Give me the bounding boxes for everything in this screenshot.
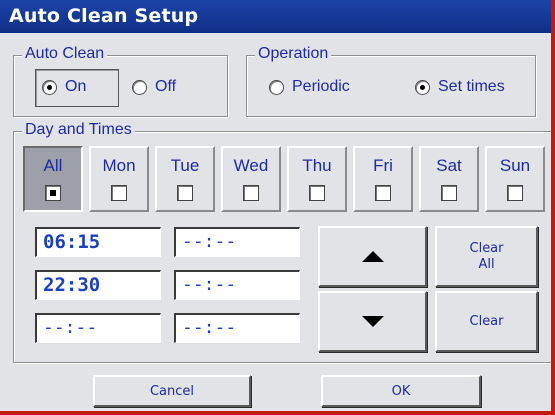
day-checkbox-sat[interactable]: [441, 185, 457, 201]
day-label-tue: Tue: [170, 156, 200, 175]
clear-all-label-line2: All: [478, 256, 495, 272]
time-field[interactable]: --:--: [174, 313, 300, 343]
operation-group: Operation Periodic Set times: [246, 45, 536, 117]
day-button-fri[interactable]: Fri: [353, 146, 413, 212]
time-field[interactable]: 06:15: [35, 227, 161, 257]
day-checkbox-mon[interactable]: [111, 185, 127, 201]
day-button-wed[interactable]: Wed: [221, 146, 281, 212]
auto-clean-on-radio[interactable]: [42, 79, 57, 95]
decrement-button[interactable]: [318, 291, 427, 352]
operation-set-times-option[interactable]: Set times: [415, 78, 505, 96]
cancel-button[interactable]: Cancel: [93, 375, 251, 407]
time-field[interactable]: --:--: [174, 227, 300, 257]
auto-clean-on-option[interactable]: On: [42, 78, 86, 96]
auto-clean-off-label: Off: [155, 78, 177, 95]
day-and-times-legend: Day and Times: [22, 121, 135, 139]
day-checkbox-wed[interactable]: [243, 185, 259, 201]
operation-set-times-radio[interactable]: [415, 79, 430, 95]
day-checkbox-fri[interactable]: [375, 185, 391, 201]
auto-clean-off-radio[interactable]: [132, 79, 147, 95]
operation-set-times-label: Set times: [438, 78, 505, 95]
day-checkbox-thu[interactable]: [309, 185, 325, 201]
auto-clean-off-option[interactable]: Off: [132, 78, 176, 96]
ok-button-label: OK: [391, 383, 411, 399]
time-field[interactable]: --:--: [174, 270, 300, 300]
day-label-sat: Sat: [436, 156, 462, 175]
day-label-mon: Mon: [102, 156, 136, 175]
day-label-sun: Sun: [499, 156, 531, 175]
clear-button[interactable]: Clear: [435, 291, 538, 352]
clear-button-label: Clear: [469, 314, 504, 329]
day-button-thu[interactable]: Thu: [287, 146, 347, 212]
day-checkbox-all[interactable]: [45, 185, 61, 201]
arrow-up-icon: [361, 251, 384, 262]
day-label-fri: Fri: [373, 156, 393, 175]
operation-periodic-label: Periodic: [292, 78, 350, 95]
day-button-mon[interactable]: Mon: [89, 146, 149, 212]
clear-all-button[interactable]: Clear All: [435, 226, 538, 287]
time-field[interactable]: --:--: [35, 313, 161, 343]
auto-clean-legend: Auto Clean: [22, 45, 108, 63]
day-checkbox-tue[interactable]: [177, 185, 193, 201]
day-label-thu: Thu: [302, 156, 332, 175]
cancel-button-label: Cancel: [149, 383, 195, 399]
operation-legend: Operation: [255, 45, 332, 63]
title-bar: Auto Clean Setup: [0, 0, 551, 33]
auto-clean-on-label: On: [65, 78, 87, 95]
ok-button[interactable]: OK: [321, 375, 481, 407]
day-label-wed: Wed: [233, 156, 269, 175]
day-label-all: All: [43, 156, 63, 175]
time-field[interactable]: 22:30: [35, 270, 161, 300]
operation-periodic-radio[interactable]: [269, 79, 284, 95]
day-button-all[interactable]: All: [23, 146, 83, 212]
day-button-sat[interactable]: Sat: [419, 146, 479, 212]
arrow-down-icon: [361, 316, 384, 327]
day-button-sun[interactable]: Sun: [485, 146, 545, 212]
day-checkbox-sun[interactable]: [507, 185, 523, 201]
auto-clean-setup-dialog: Auto Clean Setup Auto Clean On Off Opera…: [0, 0, 555, 415]
day-button-tue[interactable]: Tue: [155, 146, 215, 212]
clear-all-label-line1: Clear: [469, 240, 504, 256]
increment-button[interactable]: [318, 226, 427, 287]
auto-clean-group: Auto Clean On Off: [13, 45, 228, 117]
operation-periodic-option[interactable]: Periodic: [269, 78, 350, 96]
